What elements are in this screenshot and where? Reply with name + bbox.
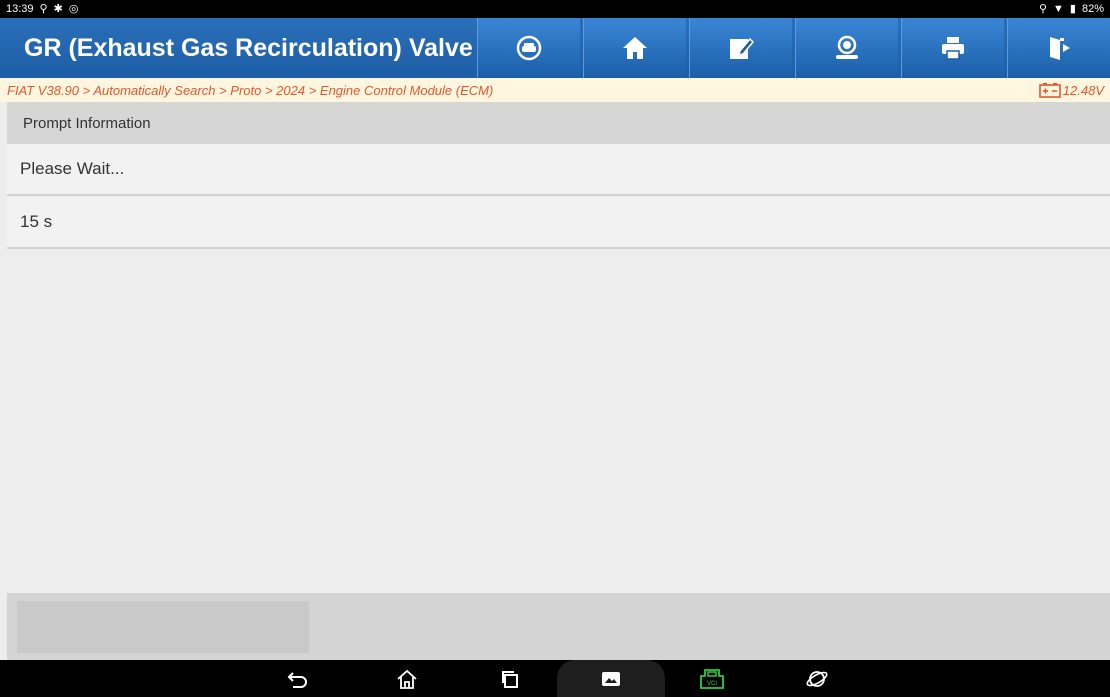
footer-button[interactable] bbox=[17, 601, 309, 653]
message-icon: ◎ bbox=[68, 2, 79, 15]
home-button[interactable] bbox=[583, 18, 686, 78]
vci-icon: VCI bbox=[700, 668, 724, 689]
browser-icon bbox=[806, 670, 828, 687]
page-title: GR (Exhaust Gas Recirculation) Valve I bbox=[24, 33, 474, 62]
svg-text:VCI: VCI bbox=[707, 681, 717, 687]
recents-icon bbox=[502, 670, 518, 688]
gallery-icon bbox=[602, 671, 620, 686]
content-area bbox=[7, 251, 1110, 593]
recents-button[interactable] bbox=[490, 660, 530, 697]
exit-button[interactable] bbox=[1007, 18, 1110, 78]
prompt-message: Please Wait... bbox=[7, 144, 1110, 196]
car-diagnostic-button[interactable] bbox=[477, 18, 580, 78]
breadcrumb-path: FIAT V38.90 > Automatically Search > Pro… bbox=[7, 82, 494, 98]
battery-voltage: 12.48V bbox=[1038, 82, 1104, 98]
location-icon: ⚲ bbox=[1038, 2, 1048, 15]
status-time: 13:39 bbox=[6, 3, 34, 15]
footer-bar bbox=[7, 593, 1110, 660]
user-support-button[interactable] bbox=[795, 18, 898, 78]
gallery-button[interactable] bbox=[591, 660, 631, 697]
prompt-heading: Prompt Information bbox=[7, 102, 1110, 144]
user-support-icon bbox=[836, 35, 858, 59]
vci-button[interactable]: VCI bbox=[692, 660, 732, 697]
car-battery-icon bbox=[1038, 83, 1061, 98]
countdown-value: 15 s bbox=[7, 197, 1110, 249]
edit-button[interactable] bbox=[689, 18, 792, 78]
edit-icon bbox=[730, 37, 754, 59]
bluetooth-icon: ✱ bbox=[53, 2, 63, 15]
usb-icon: ⚲ bbox=[39, 2, 48, 15]
wifi-icon: ▼ bbox=[1053, 2, 1064, 15]
home-icon bbox=[623, 37, 647, 59]
browser-button[interactable] bbox=[797, 660, 837, 697]
system-nav-bar: VCI bbox=[0, 660, 1110, 697]
voltage-value: 12.48V bbox=[1062, 82, 1104, 98]
status-bar: 13:39 ⚲ ✱ ◎ ⚲ ▼ ▮ 82% bbox=[0, 0, 1110, 18]
nav-home-button[interactable] bbox=[387, 660, 427, 697]
car-diagnostic-icon bbox=[516, 35, 542, 61]
exit-icon bbox=[1050, 37, 1070, 60]
home-icon bbox=[397, 669, 417, 689]
battery-icon: ▮ bbox=[1069, 2, 1076, 15]
toolbar bbox=[474, 18, 1110, 78]
print-icon bbox=[942, 37, 964, 60]
print-button[interactable] bbox=[901, 18, 1004, 78]
back-button[interactable] bbox=[278, 660, 318, 697]
back-icon bbox=[287, 671, 307, 688]
app-header: GR (Exhaust Gas Recirculation) Valve I bbox=[0, 18, 1110, 78]
breadcrumb: FIAT V38.90 > Automatically Search > Pro… bbox=[0, 78, 1110, 102]
battery-level: 82% bbox=[1081, 3, 1104, 15]
